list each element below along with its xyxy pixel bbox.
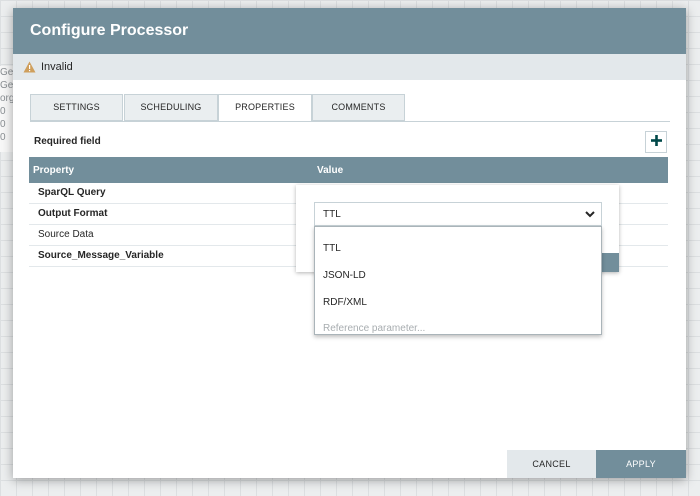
property-name: Source Data <box>38 229 94 240</box>
warning-icon <box>23 61 36 73</box>
tab-divider <box>30 121 670 122</box>
tab-comments[interactable]: COMMENTS <box>312 94 405 121</box>
option-json-ld[interactable]: JSON-LD <box>323 270 366 281</box>
output-format-select[interactable]: TTL <box>314 202 602 226</box>
option-rdf-xml[interactable]: RDF/XML <box>323 297 367 308</box>
table-header: Property Value <box>29 157 668 183</box>
add-property-button[interactable] <box>645 131 667 153</box>
cancel-button[interactable]: CANCEL <box>507 450 596 478</box>
tab-settings[interactable]: SETTINGS <box>30 94 123 121</box>
property-name: Output Format <box>38 208 108 219</box>
required-field-label: Required field <box>34 136 101 147</box>
selected-value: TTL <box>323 209 341 220</box>
status-text: Invalid <box>41 61 73 73</box>
column-header-value[interactable]: Value <box>317 165 343 176</box>
chevron-down-icon <box>585 209 595 219</box>
column-header-property[interactable]: Property <box>33 165 74 176</box>
configure-processor-dialog: Configure Processor Invalid SETTINGS SCH… <box>13 8 686 478</box>
plus-icon <box>650 133 662 151</box>
tab-properties[interactable]: PROPERTIES <box>218 94 312 122</box>
output-format-options: TTL JSON-LD RDF/XML Reference parameter.… <box>314 226 602 335</box>
property-name: SparQL Query <box>38 187 106 198</box>
apply-button[interactable]: APPLY <box>596 450 686 478</box>
property-name: Source_Message_Variable <box>38 250 164 261</box>
editor-ok-button[interactable] <box>599 253 619 272</box>
dialog-title: Configure Processor <box>13 8 686 54</box>
status-bar: Invalid <box>13 54 686 80</box>
option-ttl[interactable]: TTL <box>323 243 341 254</box>
reference-parameter-option[interactable]: Reference parameter... <box>323 323 425 334</box>
tab-scheduling[interactable]: SCHEDULING <box>124 94 218 121</box>
